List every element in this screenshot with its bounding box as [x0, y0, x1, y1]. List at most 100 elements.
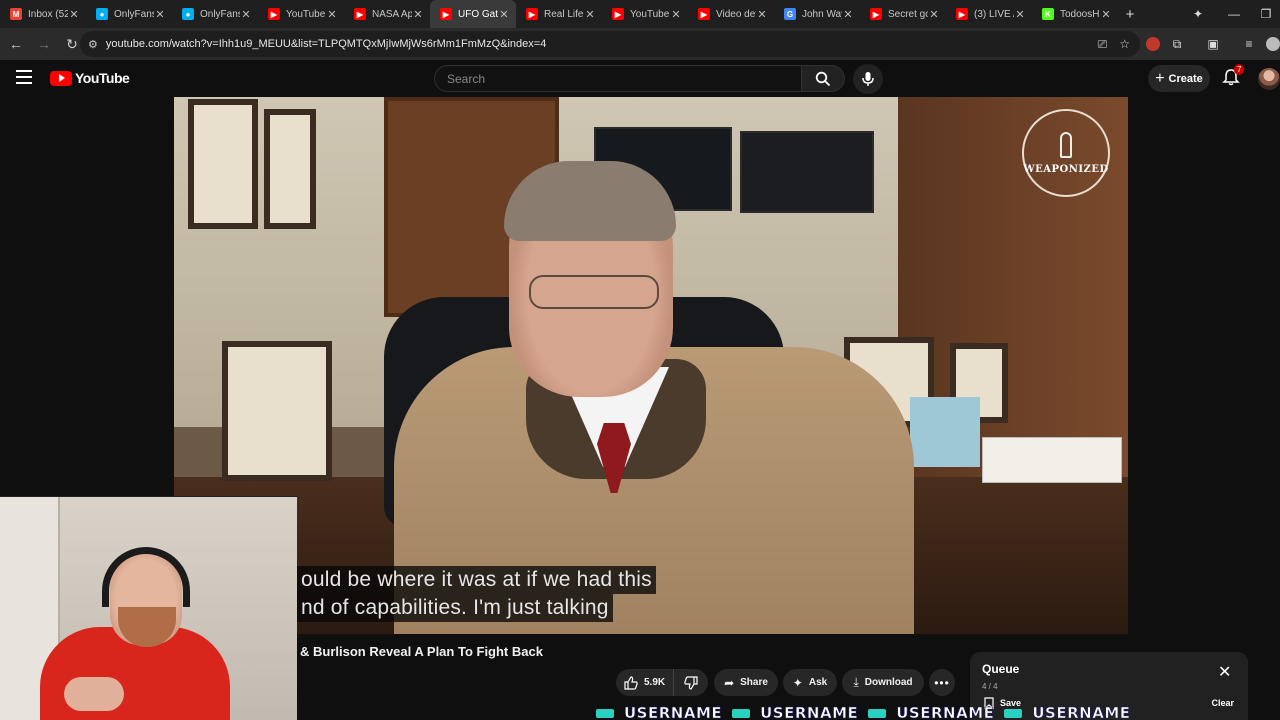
- browser-tab[interactable]: ▶ Secret go ✕: [860, 0, 946, 28]
- share-label: Share: [740, 677, 768, 688]
- tab-label: Inbox (52: [28, 8, 68, 20]
- youtube-icon: ▶: [440, 8, 452, 20]
- tab-label: OnlyFans: [200, 8, 240, 20]
- browser-tab[interactable]: ● OnlyFans ✕: [86, 0, 172, 28]
- youtube-play-icon: [50, 70, 72, 86]
- sparkle-icon: ✦: [792, 675, 803, 690]
- browser-tab[interactable]: ▶ UFO Gate✕: [430, 0, 516, 28]
- tab-close-icon[interactable]: ✕: [154, 8, 166, 21]
- ticker-icon: [596, 708, 614, 718]
- profile-icon[interactable]: [1260, 31, 1280, 57]
- screen: M Inbox (52 ✕ ● OnlyFans ✕ ● OnlyFans ✕ ▶ YouTube ✕…: [0, 0, 1280, 720]
- bookmark-star-icon[interactable]: ☆: [1119, 37, 1130, 51]
- search-button[interactable]: [801, 65, 845, 92]
- kick-icon: K: [1042, 8, 1054, 20]
- download-label: Download: [864, 677, 913, 688]
- tab-close-icon[interactable]: ✕: [842, 8, 854, 21]
- menu-icon[interactable]: [16, 70, 32, 84]
- tab-label: Secret go: [888, 8, 928, 20]
- tab-search-icon[interactable]: ✦: [1182, 0, 1214, 28]
- tab-label: John Way: [802, 8, 842, 20]
- maximize-icon[interactable]: ❐: [1250, 0, 1280, 28]
- browser-tab[interactable]: M Inbox (52 ✕: [0, 0, 86, 28]
- youtube-wordmark: YouTube: [75, 70, 130, 86]
- video-title: & Burlison Reveal A Plan To Fight Back: [300, 644, 543, 659]
- tab-close-icon[interactable]: ✕: [584, 8, 596, 21]
- username-ticker: USERNAME USERNAME USERNAME USERNAME: [596, 706, 1280, 720]
- tab-close-icon[interactable]: ✕: [670, 8, 682, 21]
- close-icon[interactable]: ✕: [1218, 665, 1231, 681]
- tab-label: YouTube: [286, 8, 326, 20]
- download-button[interactable]: ⤓ Download: [842, 669, 924, 696]
- tab-close-icon[interactable]: ✕: [1014, 8, 1026, 21]
- tab-label: UFO Gate: [458, 8, 498, 20]
- forward-icon[interactable]: →: [32, 32, 56, 56]
- download-icon: ⤓: [853, 675, 859, 689]
- queue-count: 4 / 4: [982, 682, 998, 691]
- address-bar: ← → ↻ ⚙ youtube.com/watch?v=Ihh1u9_MEUU&…: [0, 28, 1280, 60]
- onlyfans-icon: ●: [182, 8, 194, 20]
- minimize-icon[interactable]: —: [1218, 0, 1250, 28]
- onlyfans-icon: ●: [96, 8, 108, 20]
- search-box[interactable]: [434, 65, 802, 92]
- create-label: Create: [1168, 72, 1203, 85]
- create-button[interactable]: + Create: [1148, 65, 1210, 92]
- dislike-button[interactable]: [674, 669, 708, 696]
- tab-close-icon[interactable]: ✕: [68, 8, 80, 21]
- url-text: youtube.com/watch?v=Ihh1u9_MEUU&list=TLP…: [105, 38, 547, 50]
- share-button[interactable]: ➦ Share: [714, 669, 778, 696]
- install-app-icon[interactable]: ⎚: [1098, 37, 1108, 52]
- thumbs-up-icon: [624, 675, 638, 690]
- share-icon: ➦: [724, 675, 735, 690]
- tab-close-icon[interactable]: ✕: [756, 8, 768, 21]
- ticker-username: USERNAME: [1032, 706, 1131, 720]
- ticker-icon: [732, 708, 751, 718]
- like-count: 5.9K: [644, 677, 666, 688]
- browser-tab[interactable]: ▶ Real Life F✕: [516, 0, 602, 28]
- voice-search-button[interactable]: [853, 64, 883, 94]
- extensions-puzzle-icon[interactable]: ⧉: [1164, 31, 1190, 57]
- browser-tab[interactable]: ▶ YouTube ✕: [602, 0, 688, 28]
- tab-close-icon[interactable]: ✕: [412, 8, 424, 21]
- queue-title: Queue: [982, 662, 1020, 676]
- gmail-icon: M: [10, 8, 22, 20]
- url-field[interactable]: ⚙ youtube.com/watch?v=Ihh1u9_MEUU&list=T…: [80, 31, 1140, 57]
- tab-label: YouTube: [630, 8, 670, 20]
- browser-tab[interactable]: ● OnlyFans ✕: [172, 0, 258, 28]
- youtube-icon: ▶: [526, 8, 538, 20]
- more-actions-icon[interactable]: •••: [929, 669, 955, 696]
- side-panel-icon[interactable]: ▣: [1200, 31, 1226, 57]
- video-player[interactable]: WEAPONIZED ould be where it was at if we…: [174, 97, 1128, 634]
- tab-label: Real Life F: [544, 8, 584, 20]
- browser-tab[interactable]: ▶ (3) LIVE A✕: [946, 0, 1032, 28]
- search-input[interactable]: [447, 71, 801, 86]
- like-button[interactable]: 5.9K: [616, 669, 674, 696]
- avatar[interactable]: [1258, 68, 1280, 90]
- browser-tab[interactable]: ▶ YouTube ✕: [258, 0, 344, 28]
- ticker-username: USERNAME: [624, 706, 723, 720]
- webcam-overlay: [0, 496, 297, 720]
- tab-close-icon[interactable]: ✕: [928, 8, 940, 21]
- browser-tab-strip: M Inbox (52 ✕ ● OnlyFans ✕ ● OnlyFans ✕ ▶ YouTube ✕…: [0, 0, 1280, 28]
- browser-tab[interactable]: K TodoosHe✕: [1032, 0, 1118, 28]
- media-control-icon[interactable]: ≡: [1236, 31, 1262, 57]
- site-info-icon[interactable]: ⚙: [88, 38, 98, 51]
- browser-tab[interactable]: ▶ NASA Ap ✕: [344, 0, 430, 28]
- caption-line-1: ould be where it was at if we had this: [297, 566, 656, 594]
- notifications-button[interactable]: 7: [1222, 64, 1245, 90]
- tab-close-icon[interactable]: ✕: [1100, 8, 1112, 21]
- extension-icon[interactable]: [1140, 31, 1166, 57]
- youtube-logo[interactable]: YouTube: [50, 70, 130, 86]
- ask-button[interactable]: ✦ Ask: [783, 669, 837, 696]
- tab-close-icon[interactable]: ✕: [240, 8, 252, 21]
- ticker-icon: [1004, 708, 1023, 718]
- microphone-icon: [862, 72, 874, 86]
- tab-close-icon[interactable]: ✕: [326, 8, 338, 21]
- browser-tab[interactable]: G John Way ✕: [774, 0, 860, 28]
- browser-tab[interactable]: ▶ Video det ✕: [688, 0, 774, 28]
- thumbs-down-icon: [684, 675, 698, 690]
- new-tab-icon[interactable]: +: [1118, 6, 1142, 23]
- back-icon[interactable]: ←: [4, 32, 28, 56]
- tab-close-icon[interactable]: ✕: [498, 8, 510, 21]
- ticker-username: USERNAME: [760, 706, 859, 720]
